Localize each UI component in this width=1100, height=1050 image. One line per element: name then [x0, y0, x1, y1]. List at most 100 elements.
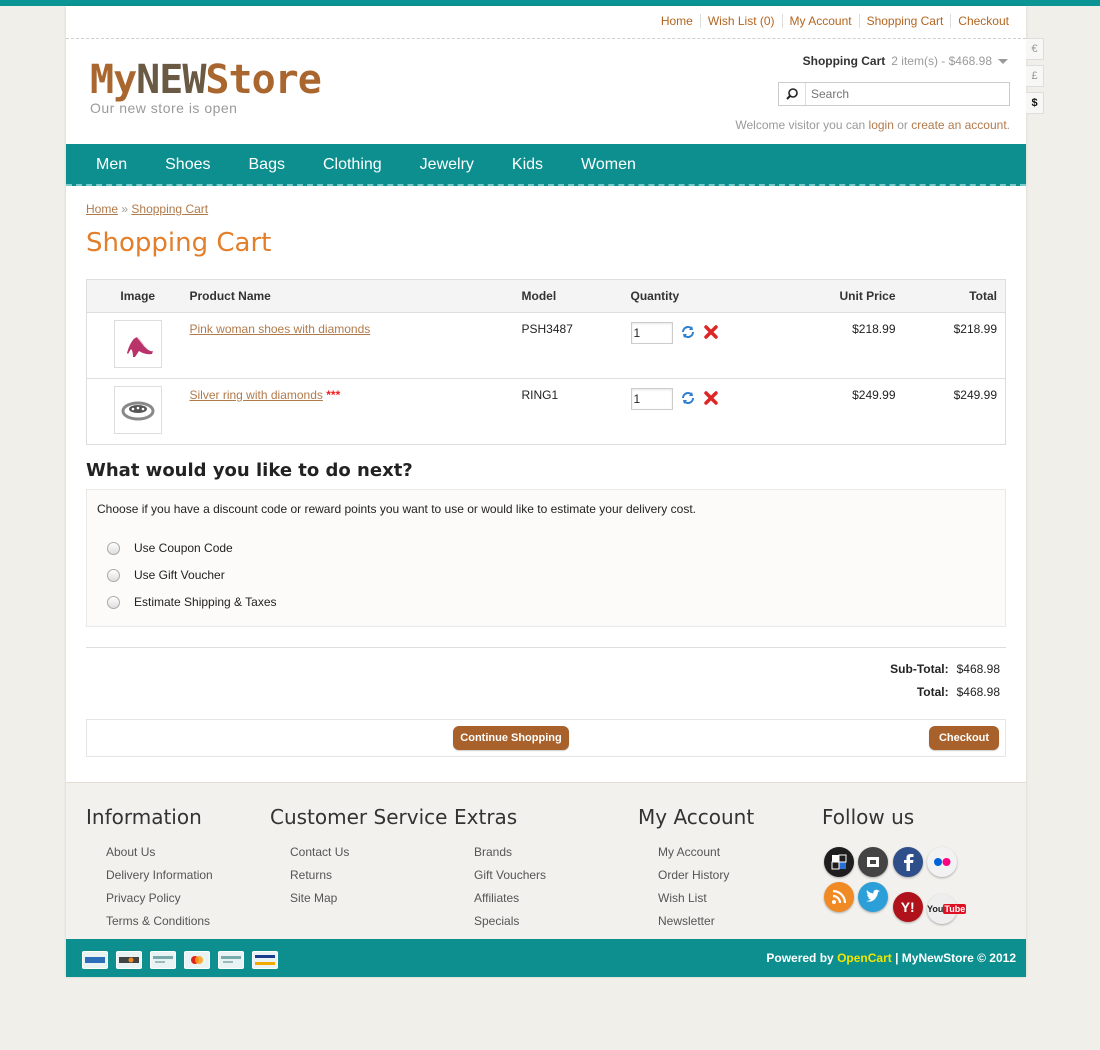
generic-card-icon: [150, 951, 176, 969]
twitter-icon[interactable]: [858, 882, 889, 912]
create-account-link[interactable]: create an account: [911, 118, 1006, 132]
footer-my-account: My Account My Account Order History Wish…: [638, 805, 754, 933]
welcome-message: Welcome visitor you can login or create …: [735, 118, 1010, 132]
footer-link[interactable]: Delivery Information: [106, 864, 213, 887]
radio-button[interactable]: [107, 541, 120, 555]
footer-information: Information About Us Delivery Informatio…: [86, 805, 213, 933]
footer-link[interactable]: Site Map: [290, 887, 447, 910]
out-of-stock-marker: ***: [326, 388, 341, 402]
nav-item-kids[interactable]: Kids: [512, 144, 543, 186]
product-total: $218.99: [899, 312, 1006, 379]
header-cart-summary[interactable]: Shopping Cart 2 item(s) - $468.98: [803, 54, 1008, 68]
top-link-cart[interactable]: Shopping Cart: [858, 14, 951, 28]
search-input[interactable]: [811, 83, 1001, 105]
footer-link[interactable]: Order History: [658, 864, 754, 887]
footer-link[interactable]: My Account: [658, 841, 754, 864]
product-total: $249.99: [899, 378, 1006, 445]
breadcrumb: Home » Shopping Cart: [86, 202, 208, 216]
breadcrumb-home[interactable]: Home: [86, 202, 118, 216]
footer-link[interactable]: Wish List: [658, 887, 754, 910]
top-link-wishlist[interactable]: Wish List (0): [699, 14, 782, 28]
top-link-checkout[interactable]: Checkout: [950, 14, 1016, 28]
option-coupon[interactable]: Use Coupon Code: [107, 541, 233, 555]
subtotal-label: Sub-Total:: [890, 662, 949, 676]
quantity-input[interactable]: 1: [630, 322, 673, 344]
subtotal-row: Sub-Total: $468.98: [890, 662, 1000, 676]
cart-summary-label: Shopping Cart: [802, 54, 886, 68]
continue-shopping-button[interactable]: Continue Shopping: [453, 726, 569, 750]
footer-link[interactable]: Privacy Policy: [106, 887, 213, 910]
checkout-button[interactable]: Checkout: [929, 726, 999, 750]
refresh-icon[interactable]: [680, 390, 696, 409]
footer-link[interactable]: Affiliates: [474, 887, 546, 910]
table-row: Silver ring with diamonds *** RING1 1 $2…: [86, 378, 1006, 445]
search-icon[interactable]: [779, 83, 806, 105]
top-link-home[interactable]: Home: [654, 14, 700, 28]
cart-table-header: Image Product Name Model Quantity Unit P…: [86, 279, 1006, 313]
option-voucher[interactable]: Use Gift Voucher: [107, 568, 225, 582]
col-header-image: Image: [86, 279, 189, 313]
product-name-link[interactable]: Pink woman shoes with diamonds: [190, 322, 371, 336]
footer-link[interactable]: About Us: [106, 841, 213, 864]
footer-link[interactable]: Gift Vouchers: [474, 864, 546, 887]
login-link[interactable]: login: [869, 118, 894, 132]
currency-euro[interactable]: €: [1026, 38, 1044, 60]
total-value: $468.98: [956, 685, 1000, 699]
radio-button[interactable]: [107, 595, 120, 609]
remove-icon[interactable]: [703, 390, 719, 409]
rss-icon[interactable]: [824, 882, 854, 912]
facebook-icon[interactable]: [892, 847, 923, 877]
store-logo[interactable]: MyNEWStore Our new store is open: [90, 57, 322, 116]
footer-link[interactable]: Brands: [474, 841, 546, 864]
currency-pound[interactable]: £: [1026, 65, 1044, 87]
currency-dollar[interactable]: $: [1026, 92, 1044, 114]
subtotal-value: $468.98: [956, 662, 1000, 676]
refresh-icon[interactable]: [680, 324, 696, 343]
remove-icon[interactable]: [703, 324, 719, 343]
nav-item-jewelry[interactable]: Jewelry: [420, 144, 474, 186]
col-header-name: Product Name: [188, 279, 521, 313]
product-image-ring[interactable]: [113, 386, 162, 434]
footer-link[interactable]: Terms & Conditions: [106, 910, 213, 933]
radio-button[interactable]: [107, 568, 120, 582]
nav-item-men[interactable]: Men: [96, 144, 127, 186]
nav-item-shoes[interactable]: Shoes: [165, 144, 210, 186]
total-row: Total: $468.98: [917, 685, 1000, 699]
quantity-input[interactable]: 1: [630, 388, 673, 410]
currency-switcher: € £ $: [1026, 38, 1044, 119]
product-image-shoe[interactable]: [113, 320, 162, 368]
option-shipping[interactable]: Estimate Shipping & Taxes: [107, 595, 277, 609]
cart-buttons: Continue Shopping Checkout: [86, 719, 1006, 757]
delicious-icon[interactable]: [824, 847, 854, 877]
table-row: Pink woman shoes with diamonds PSH3487 1…: [86, 312, 1006, 379]
col-header-model: Model: [520, 279, 630, 313]
nav-item-clothing[interactable]: Clothing: [323, 144, 382, 186]
digg-icon[interactable]: [858, 847, 889, 877]
generic-card-icon: [218, 951, 244, 969]
top-link-account[interactable]: My Account: [781, 14, 859, 28]
col-header-unit-price: Unit Price: [779, 279, 900, 313]
mastercard-icon: [184, 951, 210, 969]
yahoo-icon[interactable]: Y!: [892, 892, 923, 922]
cart-summary-value: 2 item(s) - $468.98: [891, 54, 992, 68]
logo-text: MyNEWStore: [90, 57, 322, 103]
flickr-icon[interactable]: [927, 847, 958, 877]
product-unit-price: $218.99: [779, 312, 900, 379]
social-icons: Y! YouTube: [824, 847, 967, 929]
youtube-icon[interactable]: YouTube: [927, 894, 967, 924]
footer-link[interactable]: Returns: [290, 864, 447, 887]
footer-link[interactable]: Specials: [474, 910, 546, 933]
product-model: RING1: [520, 378, 630, 445]
chevron-down-icon[interactable]: [998, 59, 1008, 65]
product-name-link[interactable]: Silver ring with diamonds: [190, 388, 323, 402]
page-container: Home Wish List (0) My Account Shopping C…: [66, 6, 1026, 977]
footer-customer-service: Customer Service Contact Us Returns Site…: [270, 805, 447, 910]
footer-link[interactable]: Contact Us: [290, 841, 447, 864]
opencart-link[interactable]: OpenCart: [837, 951, 892, 965]
next-steps-intro: Choose if you have a discount code or re…: [97, 502, 696, 516]
nav-item-bags[interactable]: Bags: [249, 144, 285, 186]
footer-link[interactable]: Newsletter: [658, 910, 754, 933]
nav-item-women[interactable]: Women: [581, 144, 636, 186]
footer-heading: Follow us: [822, 805, 915, 829]
breadcrumb-current[interactable]: Shopping Cart: [131, 202, 208, 216]
